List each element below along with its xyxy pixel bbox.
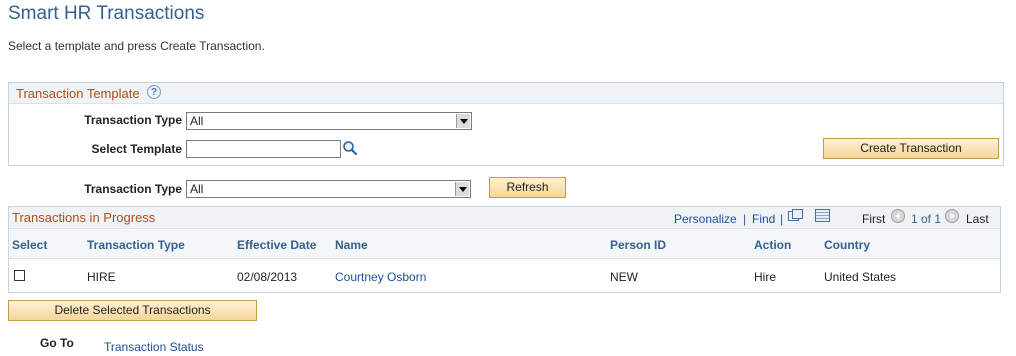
filter-transaction-type-value: All bbox=[190, 182, 204, 196]
page-title: Smart HR Transactions bbox=[8, 3, 205, 24]
view-all-icon[interactable] bbox=[788, 209, 804, 223]
col-select: Select bbox=[12, 238, 48, 252]
grid-toolbar-separator: | bbox=[743, 212, 747, 226]
col-transaction-type[interactable]: Transaction Type bbox=[87, 238, 185, 252]
create-transaction-button[interactable]: Create Transaction bbox=[823, 138, 999, 159]
cell-name-link[interactable]: Courtney Osborn bbox=[335, 270, 426, 284]
find-link[interactable]: Find bbox=[752, 212, 775, 226]
refresh-button[interactable]: Refresh bbox=[489, 177, 566, 198]
cell-transaction-type: HIRE bbox=[87, 270, 116, 284]
page-instructions: Select a template and press Create Trans… bbox=[8, 39, 265, 53]
template-transaction-type-select[interactable]: All bbox=[186, 112, 472, 130]
chevron-down-icon bbox=[456, 114, 470, 128]
page-range: 1 of 1 bbox=[911, 212, 942, 226]
col-effective-date[interactable]: Effective Date bbox=[237, 238, 316, 252]
first-label: First bbox=[862, 212, 886, 226]
select-template-label: Select Template bbox=[91, 142, 182, 156]
cell-person-id: NEW bbox=[610, 270, 638, 284]
col-country[interactable]: Country bbox=[824, 238, 870, 252]
template-transaction-type-value: All bbox=[190, 114, 204, 128]
select-template-input[interactable] bbox=[186, 140, 341, 158]
transaction-status-link[interactable]: Transaction Status bbox=[104, 340, 204, 354]
grid-toolbar-separator-2: | bbox=[780, 212, 784, 226]
magnifier-icon[interactable] bbox=[342, 140, 358, 156]
filter-transaction-type-select[interactable]: All bbox=[186, 180, 471, 198]
template-transaction-type-label: Transaction Type bbox=[84, 113, 182, 127]
last-label: Last bbox=[966, 212, 989, 226]
filter-transaction-type-label: Transaction Type bbox=[84, 182, 182, 196]
transaction-template-title: Transaction Template bbox=[16, 86, 140, 101]
cell-effective-date: 02/08/2013 bbox=[237, 270, 298, 284]
chevron-down-icon bbox=[455, 182, 469, 196]
col-action[interactable]: Action bbox=[754, 238, 791, 252]
col-name[interactable]: Name bbox=[335, 238, 368, 252]
grid-header-bar bbox=[9, 207, 1000, 229]
grid-title: Transactions in Progress bbox=[12, 210, 156, 225]
download-grid-icon[interactable] bbox=[815, 209, 830, 222]
row-select-checkbox[interactable] bbox=[14, 270, 25, 281]
personalize-link[interactable]: Personalize bbox=[674, 212, 737, 226]
goto-label: Go To bbox=[40, 336, 74, 350]
cell-country: United States bbox=[824, 270, 897, 284]
delete-selected-transactions-button[interactable]: Delete Selected Transactions bbox=[8, 300, 257, 321]
col-person-id[interactable]: Person ID bbox=[610, 238, 666, 252]
cell-action: Hire bbox=[754, 270, 777, 284]
help-icon[interactable]: ? bbox=[147, 85, 161, 99]
prev-arrow-icon[interactable] bbox=[891, 209, 905, 223]
next-arrow-icon[interactable] bbox=[945, 209, 959, 223]
